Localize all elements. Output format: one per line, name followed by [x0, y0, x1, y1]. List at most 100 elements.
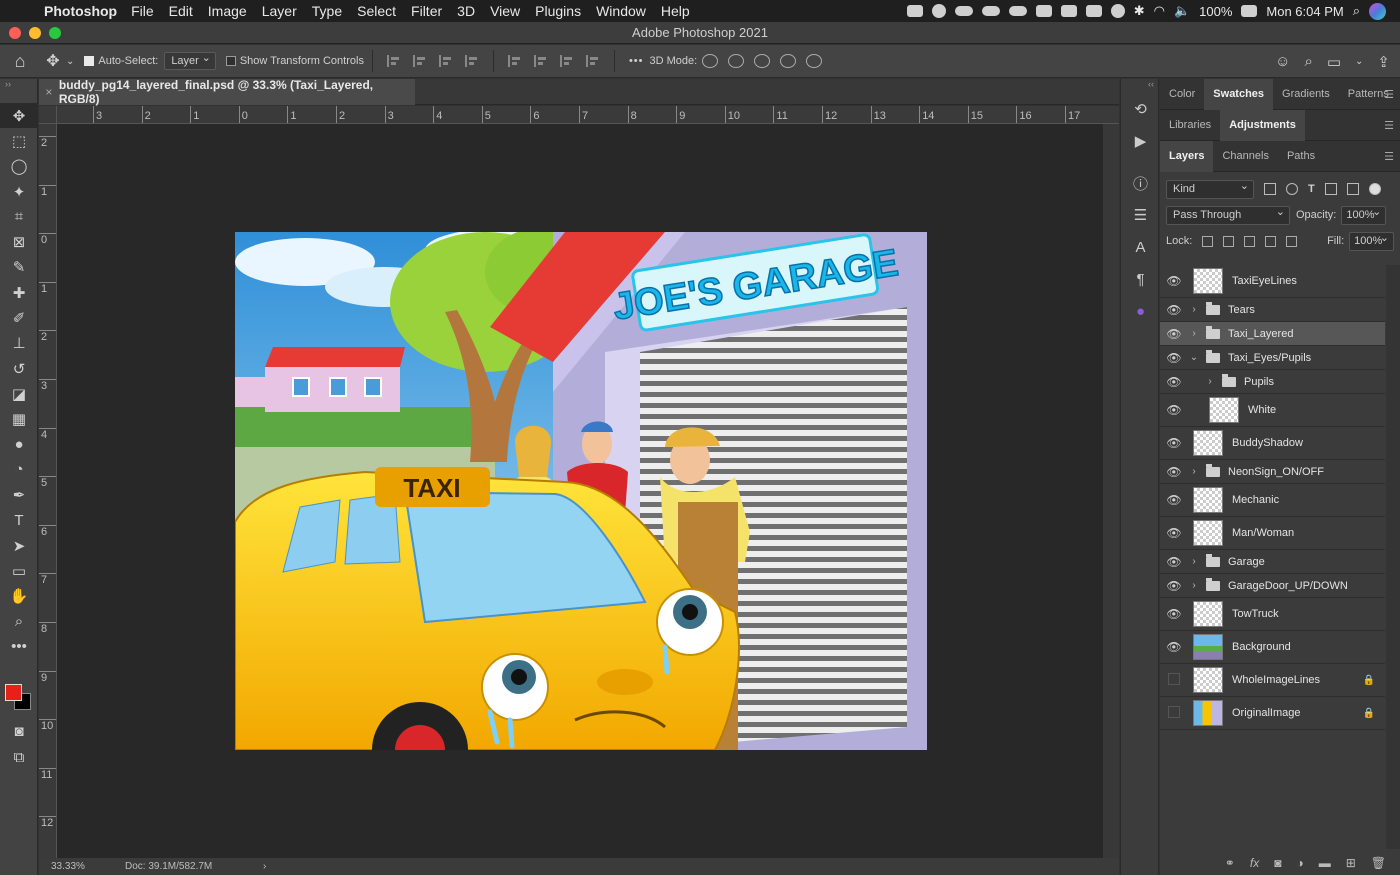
align-top-icon[interactable] [507, 55, 522, 67]
menu-edit[interactable]: Edit [169, 3, 193, 19]
layer-row[interactable]: 👁 TaxiEyeLines [1160, 265, 1385, 298]
quick-mask-icon[interactable]: ◙ [0, 719, 38, 744]
align-center-icon[interactable] [412, 55, 427, 67]
horizontal-ruler[interactable]: 3 2 1 0 1 2 3 4 5 6 7 8 9 10 11 12 13 14 15 16 17 [57, 106, 1119, 124]
3d-slide-icon[interactable] [780, 54, 797, 68]
menubar-clock[interactable]: Mon 6:04 PM [1266, 4, 1343, 19]
panel-menu-icon[interactable]: ☰ [1384, 150, 1394, 163]
layer-row[interactable]: 👁 › Pupils [1160, 370, 1385, 394]
properties-icon[interactable]: ☰ [1121, 199, 1160, 231]
lock-position-icon[interactable] [1244, 235, 1256, 247]
menu-view[interactable]: View [490, 3, 520, 19]
layer-row[interactable]: OriginalImage 🔒 [1160, 697, 1385, 730]
layer-row[interactable]: 👁 ⌄ Taxi_Eyes/Pupils [1160, 346, 1385, 370]
layer-row[interactable]: 👁 › NeonSign_ON/OFF [1160, 460, 1385, 484]
blend-mode-dropdown[interactable]: Pass Through [1166, 204, 1290, 225]
document-canvas[interactable]: JOE'S GARAGE TAXI [235, 232, 927, 750]
visibility-eye-icon[interactable] [1160, 673, 1188, 688]
share-people-icon[interactable]: ☺ [1275, 53, 1290, 70]
layer-row[interactable]: 👁 BuddyShadow [1160, 427, 1385, 460]
paragraph-icon[interactable]: ¶ [1121, 263, 1160, 295]
auto-select-dropdown[interactable]: Layer [164, 51, 216, 70]
panel-grip[interactable]: ›› [0, 79, 37, 91]
lock-icon[interactable]: 🔒 [1363, 675, 1375, 686]
layer-row[interactable]: 👁 TowTruck [1160, 598, 1385, 631]
filter-toggle-icon[interactable] [1368, 183, 1381, 195]
layer-name[interactable]: WholeImageLines [1232, 674, 1320, 686]
pixel-filter-icon[interactable] [1264, 183, 1276, 195]
new-group-icon[interactable]: ▬ [1319, 856, 1331, 870]
ruler-origin[interactable] [39, 106, 57, 124]
menu-plugins[interactable]: Plugins [535, 3, 581, 19]
collapse-grip[interactable]: ‹‹ [1121, 79, 1158, 93]
foreground-color-swatch[interactable] [5, 684, 22, 701]
align-middle-icon[interactable] [533, 55, 548, 67]
tab-color[interactable]: Color [1160, 79, 1204, 110]
wifi-icon[interactable]: ◠ [1154, 3, 1165, 19]
canvas-vertical-scrollbar[interactable] [1103, 124, 1119, 858]
visibility-eye-icon[interactable]: 👁 [1160, 465, 1188, 479]
visibility-eye-icon[interactable]: 👁 [1160, 526, 1188, 540]
marquee-tool-icon[interactable]: ⬚ [0, 128, 38, 153]
visibility-eye-icon[interactable]: 👁 [1160, 403, 1188, 417]
layer-row[interactable]: 👁 White [1160, 394, 1385, 427]
workspace-icon[interactable]: ▭ [1327, 53, 1341, 71]
layer-name[interactable]: Taxi_Layered [1228, 328, 1293, 340]
visibility-eye-icon[interactable]: 👁 [1160, 375, 1188, 389]
visibility-eye-icon[interactable]: 👁 [1160, 493, 1188, 507]
share-icon[interactable]: ⇪ [1377, 53, 1390, 71]
layer-name[interactable]: OriginalImage [1232, 707, 1300, 719]
stack-icon[interactable] [1035, 5, 1052, 17]
hand-tool-icon[interactable]: ✋ [0, 584, 38, 609]
layers-scrollbar[interactable] [1386, 265, 1400, 849]
home-icon[interactable]: ⌂ [0, 51, 40, 72]
bluetooth-icon[interactable]: ✱ [1134, 3, 1145, 19]
character-icon[interactable]: A [1121, 231, 1160, 263]
creative-cloud-icon[interactable] [931, 4, 946, 18]
layer-row[interactable]: 👁 › Taxi_Layered [1160, 322, 1385, 346]
filter-kind-dropdown[interactable]: Kind [1166, 178, 1254, 199]
menu-file[interactable]: File [131, 3, 154, 19]
visibility-eye-icon[interactable]: 👁 [1160, 640, 1188, 654]
cloud-icon[interactable] [981, 6, 1000, 16]
chevron-right-icon[interactable]: › [1188, 466, 1200, 477]
brush-tool-icon[interactable]: ✐ [0, 305, 38, 330]
crop-tool-icon[interactable]: ⌗ [0, 204, 38, 229]
pen-tool-icon[interactable]: ✒ [0, 482, 38, 507]
visibility-eye-icon[interactable]: 👁 [1160, 579, 1188, 593]
cloud-icon[interactable] [1008, 6, 1027, 16]
layer-name[interactable]: NeonSign_ON/OFF [1228, 466, 1324, 478]
chevron-right-icon[interactable]: › [1204, 376, 1216, 387]
healing-brush-tool-icon[interactable]: ✚ [0, 280, 38, 305]
chevron-down-icon[interactable]: ⌄ [66, 56, 74, 67]
menu-filter[interactable]: Filter [411, 3, 442, 19]
chevron-right-icon[interactable]: › [1188, 304, 1200, 315]
layer-row[interactable]: 👁 Mechanic [1160, 484, 1385, 517]
visibility-eye-icon[interactable]: 👁 [1160, 274, 1188, 288]
close-tab-icon[interactable]: × [39, 85, 59, 99]
layer-thumbnail[interactable] [1193, 700, 1223, 726]
frame-tool-icon[interactable]: ⊠ [0, 229, 38, 254]
info-icon[interactable]: ⓘ [1121, 167, 1160, 199]
lock-image-icon[interactable] [1223, 235, 1235, 247]
lasso-tool-icon[interactable]: ◯ [0, 154, 38, 179]
link-layers-icon[interactable]: ⚭ [1225, 856, 1235, 870]
chevron-right-icon[interactable]: › [1188, 580, 1200, 591]
adjustment-filter-icon[interactable] [1286, 183, 1298, 195]
battery-icon[interactable] [1241, 5, 1258, 17]
document-tab[interactable]: × buddy_pg14_layered_final.psd @ 33.3% (… [39, 78, 415, 106]
layer-thumbnail[interactable] [1193, 634, 1223, 660]
layer-name[interactable]: TaxiEyeLines [1232, 275, 1297, 287]
time-machine-icon[interactable] [1110, 4, 1125, 18]
magic-wand-tool-icon[interactable]: ✦ [0, 179, 38, 204]
layer-name[interactable]: Background [1232, 641, 1291, 653]
layer-thumbnail[interactable] [1193, 430, 1223, 456]
chevron-right-icon[interactable]: › [1188, 328, 1200, 339]
drive-icon[interactable] [906, 5, 923, 17]
tab-channels[interactable]: Channels [1213, 141, 1277, 172]
menu-window[interactable]: Window [596, 3, 646, 19]
zoom-window-button[interactable] [49, 27, 61, 39]
menu-select[interactable]: Select [357, 3, 396, 19]
type-filter-icon[interactable]: T [1308, 183, 1315, 195]
status-menu-arrow[interactable]: › [263, 861, 266, 872]
